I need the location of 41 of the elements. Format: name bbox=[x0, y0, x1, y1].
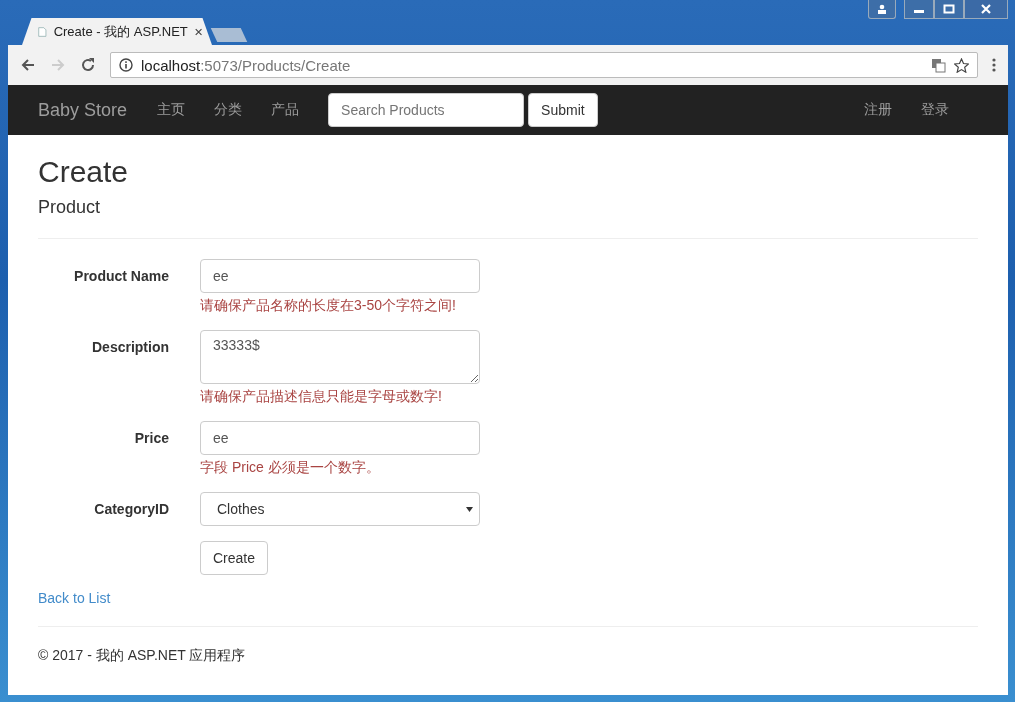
page-subtitle: Product bbox=[38, 197, 102, 218]
info-icon bbox=[119, 58, 133, 72]
nav-link[interactable]: 登录 bbox=[921, 101, 949, 119]
new-tab-button[interactable] bbox=[210, 28, 248, 42]
translate-icon[interactable] bbox=[931, 57, 946, 73]
menu-icon[interactable] bbox=[992, 58, 996, 72]
field-label: CategoryID bbox=[93, 500, 169, 519]
browser-tab[interactable]: Create - 我的 ASP.NET bbox=[22, 18, 212, 45]
search-field[interactable]: Search Products bbox=[328, 93, 525, 127]
brand-link[interactable]: Baby Store bbox=[38, 99, 128, 121]
field-label: Description bbox=[91, 338, 169, 357]
maximize-icon[interactable] bbox=[934, 0, 964, 19]
minimize-icon[interactable] bbox=[904, 0, 934, 19]
back-arrow-icon[interactable] bbox=[20, 57, 36, 73]
nav-link[interactable]: 分类 bbox=[214, 101, 243, 119]
address-bar[interactable]: localhost:5073/Products/Create bbox=[110, 52, 978, 78]
footer-text: © 2017 - 我的 ASP.NET 应用程序 bbox=[38, 647, 247, 665]
text-area[interactable]: 33333$ bbox=[200, 330, 480, 384]
nav-link[interactable]: 主页 bbox=[157, 101, 186, 119]
close-icon[interactable] bbox=[194, 26, 202, 37]
user-icon[interactable] bbox=[868, 0, 896, 19]
error-message: 字段 Price 必须是一个数字。 bbox=[200, 459, 381, 477]
field-label: Product Name bbox=[73, 267, 169, 286]
submit-button[interactable]: Submit bbox=[528, 93, 598, 127]
input-field[interactable]: ee bbox=[200, 421, 480, 455]
reload-icon[interactable] bbox=[80, 57, 96, 73]
close-window-icon[interactable] bbox=[964, 0, 1008, 19]
star-icon[interactable] bbox=[954, 57, 969, 73]
error-message: 请确保产品名称的长度在3-50个字符之间! bbox=[200, 297, 457, 315]
page-icon bbox=[38, 24, 47, 39]
category-dropdown[interactable]: Clothes bbox=[200, 492, 480, 526]
create-button[interactable]: Create bbox=[200, 541, 269, 575]
caret-icon bbox=[466, 506, 473, 512]
page-title: Create bbox=[38, 155, 130, 189]
back-to-list-link[interactable]: Back to List bbox=[38, 590, 978, 606]
field-label: Price bbox=[133, 429, 169, 448]
url-text: localhost:5073/Products/Create bbox=[141, 56, 352, 74]
nav-link[interactable]: 注册 bbox=[864, 101, 892, 119]
error-message: 请确保产品描述信息只能是字母或数字! bbox=[200, 388, 443, 406]
nav-link[interactable]: 产品 bbox=[271, 101, 300, 119]
input-field[interactable]: ee bbox=[200, 259, 480, 293]
